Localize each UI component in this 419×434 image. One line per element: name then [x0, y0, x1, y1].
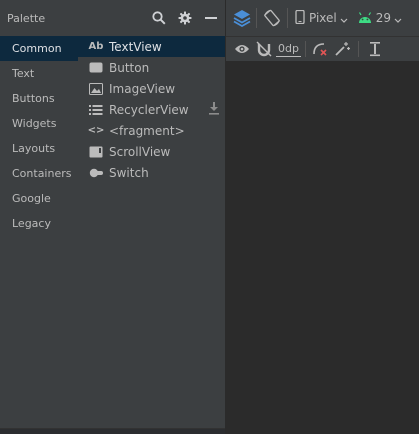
phone-icon — [295, 9, 305, 28]
layers-icon[interactable] — [232, 7, 252, 29]
palette-item-label: ImageView — [109, 81, 176, 96]
eye-icon[interactable] — [232, 38, 252, 60]
palette-item-label: Switch — [109, 165, 149, 180]
palette-header: Palette — [0, 0, 226, 36]
category-text[interactable]: Text — [0, 61, 78, 86]
default-margin-selector[interactable]: 0dp — [276, 41, 301, 57]
category-layouts[interactable]: Layouts — [0, 136, 78, 161]
palette-item-label: ScrollView — [109, 144, 171, 159]
toolbar-separator — [304, 41, 306, 57]
magnet-off-icon[interactable] — [254, 38, 274, 60]
fragment-icon: <> — [87, 125, 105, 136]
textview-icon: Ab — [88, 41, 104, 52]
palette-item-textview[interactable]: Ab TextView — [78, 36, 226, 57]
button-icon — [88, 61, 104, 75]
switch-icon — [88, 166, 104, 180]
search-icon[interactable] — [150, 9, 168, 27]
toolbar-separator — [256, 8, 257, 28]
download-icon[interactable] — [208, 102, 220, 118]
palette-item-label: RecyclerView — [109, 102, 189, 117]
magic-wand-icon[interactable] — [332, 38, 352, 60]
scrollview-icon — [88, 145, 104, 159]
palette-bottom-bar — [0, 428, 226, 434]
orientation-icon[interactable] — [261, 7, 283, 29]
toolbar-separator — [357, 41, 359, 57]
category-google[interactable]: Google — [0, 186, 78, 211]
palette-item-list: Ab TextView Button ImageView RecyclerVie… — [78, 36, 226, 428]
category-containers[interactable]: Containers — [0, 161, 78, 186]
palette-item-label: TextView — [109, 39, 162, 54]
api-level-selector[interactable]: 29 — [355, 7, 405, 29]
category-common[interactable]: Common — [0, 36, 78, 61]
palette-item-label: <fragment> — [109, 123, 185, 138]
palette-panel: Palette Common Text Buttons Widgets Layo… — [0, 0, 226, 434]
recyclerview-icon — [88, 103, 104, 117]
design-toolbar: Pixel 29 — [226, 0, 419, 36]
palette-item-scrollview[interactable]: ScrollView — [78, 141, 226, 162]
palette-item-recyclerview[interactable]: RecyclerView — [78, 99, 226, 120]
clear-constraints-icon[interactable] — [310, 38, 330, 60]
toolbar-separator — [287, 8, 288, 28]
category-legacy[interactable]: Legacy — [0, 211, 78, 236]
palette-item-switch[interactable]: Switch — [78, 162, 226, 183]
palette-title: Palette — [7, 12, 46, 25]
chevron-down-icon — [394, 9, 402, 28]
chevron-down-icon — [340, 9, 348, 28]
device-selector[interactable]: Pixel — [292, 7, 351, 29]
palette-item-button[interactable]: Button — [78, 57, 226, 78]
palette-item-fragment[interactable]: <> <fragment> — [78, 120, 226, 141]
default-margin-value: 0dp — [278, 42, 299, 55]
category-list: Common Text Buttons Widgets Layouts Cont… — [0, 36, 78, 428]
android-icon — [358, 9, 372, 28]
imageview-icon — [88, 82, 104, 96]
device-label: Pixel — [309, 11, 337, 25]
category-buttons[interactable]: Buttons — [0, 86, 78, 111]
palette-item-label: Button — [109, 60, 150, 75]
palette-tools — [150, 9, 220, 27]
design-editor: Pixel 29 0dp — [226, 0, 419, 434]
category-widgets[interactable]: Widgets — [0, 111, 78, 136]
api-level-label: 29 — [375, 11, 392, 25]
align-icon[interactable] — [365, 38, 385, 60]
design-canvas[interactable] — [226, 61, 419, 434]
palette-item-imageview[interactable]: ImageView — [78, 78, 226, 99]
minimize-icon[interactable] — [202, 9, 220, 27]
gear-icon[interactable] — [176, 9, 194, 27]
constraint-toolbar: 0dp — [226, 36, 419, 61]
